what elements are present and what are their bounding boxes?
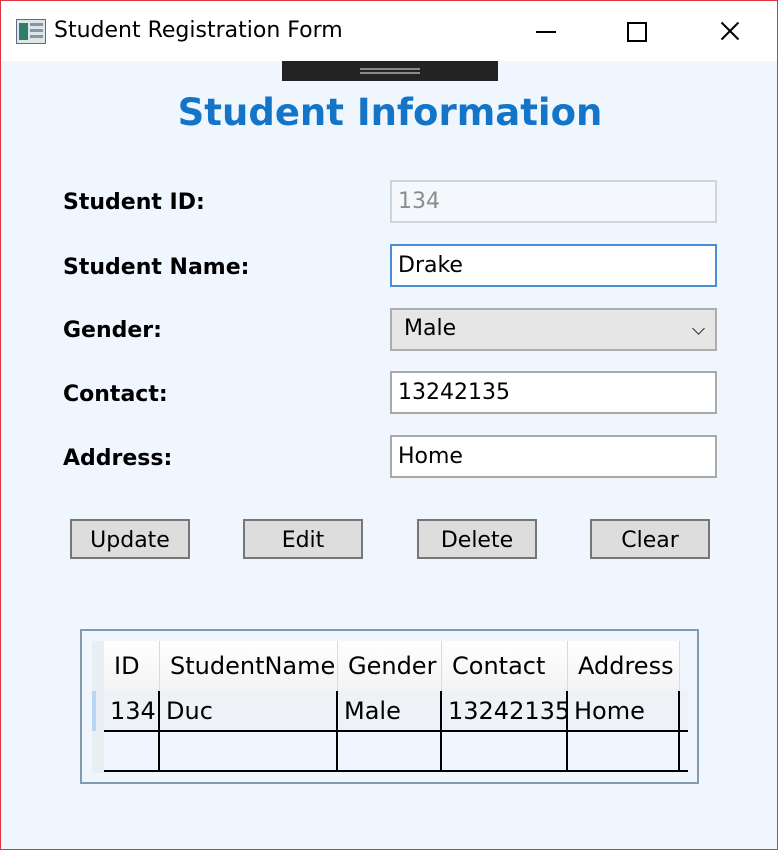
contact-field[interactable] (390, 371, 717, 414)
update-button[interactable]: Update (70, 519, 190, 559)
student-name-field[interactable] (390, 244, 717, 287)
edit-button[interactable]: Edit (243, 519, 363, 559)
drag-handle[interactable] (282, 61, 498, 81)
grid-header-row: ID StudentName Gender Contact Address (104, 641, 688, 691)
cell-contact[interactable]: 13242135 (442, 691, 568, 731)
new-row-cell[interactable] (104, 732, 160, 772)
row-divider (104, 770, 688, 772)
delete-button[interactable]: Delete (417, 519, 537, 559)
new-row[interactable] (104, 732, 688, 772)
new-row-cell[interactable] (442, 732, 568, 772)
clear-button[interactable]: Clear (590, 519, 710, 559)
new-row-cell[interactable] (160, 732, 338, 772)
column-header-contact[interactable]: Contact (442, 641, 568, 691)
cell-studentname[interactable]: Duc (160, 691, 338, 731)
cell-address[interactable]: Home (568, 691, 680, 731)
app-window: Student Registration Form Student Inform… (0, 0, 778, 850)
table-row[interactable]: 134 Duc Male 13242135 Home (104, 691, 688, 731)
chevron-down-icon (692, 322, 705, 335)
column-header-gender[interactable]: Gender (338, 641, 442, 691)
gender-select[interactable]: Male (390, 308, 717, 351)
row-selector[interactable] (92, 691, 96, 731)
students-grid-container: ID StudentName Gender Contact Address 13… (80, 629, 699, 784)
address-label: Address: (63, 446, 173, 471)
app-icon (16, 19, 46, 44)
new-row-cell[interactable] (568, 732, 680, 772)
maximize-button[interactable] (606, 1, 666, 61)
cell-gender[interactable]: Male (338, 691, 442, 731)
window-title: Student Registration Form (54, 18, 343, 43)
minimize-button[interactable] (516, 1, 576, 61)
new-row-cell[interactable] (338, 732, 442, 772)
column-header-id[interactable]: ID (104, 641, 160, 691)
student-id-field[interactable] (390, 180, 717, 223)
close-button[interactable] (699, 1, 759, 61)
contact-label: Contact: (63, 382, 168, 407)
form-heading: Student Information (177, 91, 603, 134)
student-id-label: Student ID: (63, 190, 205, 215)
column-header-address[interactable]: Address (568, 641, 680, 691)
cell-id[interactable]: 134 (104, 691, 160, 731)
gender-selected-value: Male (404, 316, 457, 341)
student-name-label: Student Name: (63, 255, 250, 280)
address-field[interactable] (390, 435, 717, 478)
column-header-studentname[interactable]: StudentName (160, 641, 338, 691)
students-data-grid[interactable]: ID StudentName Gender Contact Address 13… (92, 641, 688, 773)
title-bar[interactable]: Student Registration Form (1, 1, 777, 61)
gender-label: Gender: (63, 318, 162, 343)
